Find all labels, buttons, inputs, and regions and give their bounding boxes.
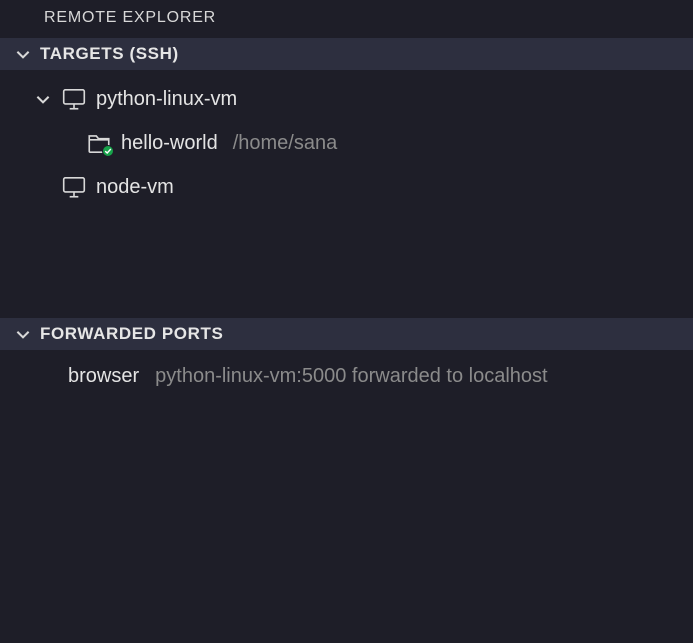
folder-active-icon (86, 130, 112, 156)
ports-section-header[interactable]: FORWARDED PORTS (0, 318, 693, 350)
ports-list: browser python-linux-vm:5000 forwarded t… (0, 350, 693, 643)
ssh-host-item[interactable]: node-vm (0, 165, 693, 209)
chevron-down-icon (14, 45, 32, 63)
chevron-down-icon (34, 90, 52, 108)
chevron-down-icon (14, 325, 32, 343)
ports-section-label: FORWARDED PORTS (40, 324, 223, 344)
ssh-host-item[interactable]: python-linux-vm (0, 77, 693, 121)
folder-path-label: /home/sana (233, 132, 338, 155)
host-name-label: python-linux-vm (96, 88, 237, 111)
monitor-icon (61, 174, 87, 200)
targets-section-label: TARGETS (SSH) (40, 44, 179, 64)
folder-name-label: hello-world (121, 132, 218, 155)
monitor-icon (61, 86, 87, 112)
forwarded-port-item[interactable]: browser python-linux-vm:5000 forwarded t… (0, 354, 693, 398)
remote-explorer-panel: REMOTE EXPLORER TARGETS (SSH) python-lin… (0, 0, 693, 643)
remote-folder-item[interactable]: hello-world /home/sana (0, 121, 693, 165)
chevron-placeholder (34, 178, 52, 196)
host-name-label: node-vm (96, 176, 174, 199)
targets-section-header[interactable]: TARGETS (SSH) (0, 38, 693, 70)
targets-tree: python-linux-vm hello-world /home/sana n… (0, 70, 693, 318)
panel-title: REMOTE EXPLORER (0, 0, 693, 38)
port-name-label: browser (68, 365, 139, 388)
port-detail-label: python-linux-vm:5000 forwarded to localh… (155, 365, 547, 388)
